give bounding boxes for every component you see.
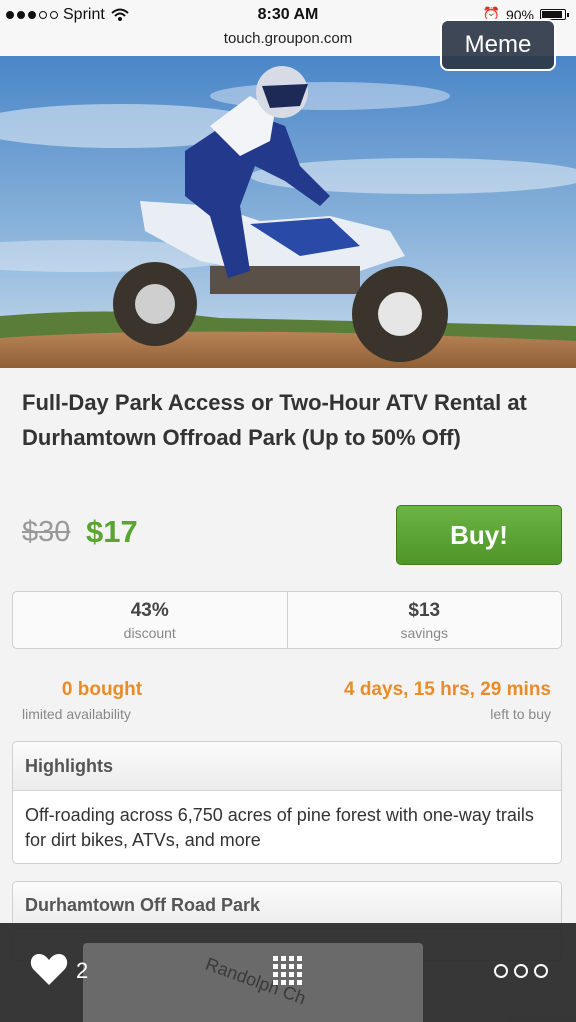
more-options-icon[interactable] <box>494 964 548 978</box>
meme-button[interactable]: Meme <box>440 19 556 71</box>
deal-hero-image <box>0 56 576 368</box>
location-header: Durhamtown Off Road Park <box>13 882 561 929</box>
discount-label: discount <box>123 625 176 641</box>
highlights-header: Highlights <box>13 742 561 791</box>
highlights-card: Highlights Off-roading across 6,750 acre… <box>12 741 562 864</box>
discount-stat: 43% discount <box>13 592 287 648</box>
deal-stats: 43% discount $13 savings <box>12 591 562 649</box>
location-map[interactable]: Randolph Ch <box>83 943 423 1022</box>
savings-label: savings <box>400 625 448 641</box>
deal-title: Full-Day Park Access or Two-Hour ATV Ren… <box>22 390 527 450</box>
availability-label: limited availability <box>22 706 131 722</box>
highlights-text: Off-roading across 6,750 acres of pine f… <box>25 805 534 850</box>
like-count: 2 <box>76 958 89 983</box>
original-price: $30 <box>22 516 71 548</box>
time-remaining-label: left to buy <box>490 706 551 722</box>
bottom-toolbar: Randolph Ch 2 <box>0 923 576 1022</box>
time-remaining: 4 days, 15 hrs, 29 mins <box>343 679 551 700</box>
discount-value: 43% <box>130 600 169 621</box>
heart-icon[interactable] <box>30 952 68 986</box>
grid-icon[interactable] <box>273 956 303 986</box>
deal-price: $17 <box>86 514 138 549</box>
bought-count: 0 bought <box>61 679 143 700</box>
savings-stat: $13 savings <box>286 592 562 648</box>
savings-value: $13 <box>408 600 441 621</box>
buy-button[interactable]: Buy! <box>396 505 562 565</box>
